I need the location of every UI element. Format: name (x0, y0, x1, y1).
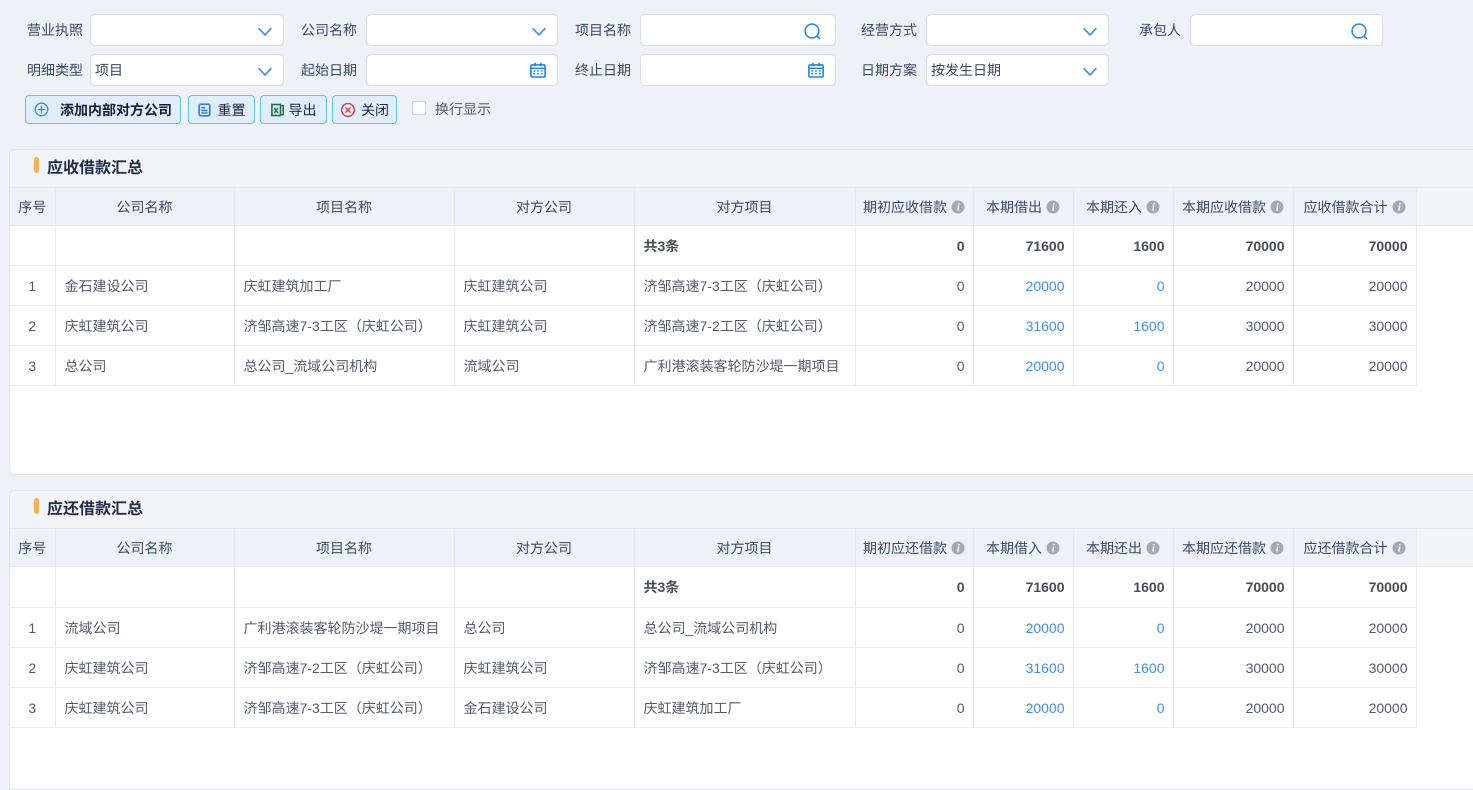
svg-text:i: i (1397, 543, 1400, 554)
svg-text:i: i (957, 543, 960, 554)
svg-text:i: i (1276, 202, 1279, 213)
svg-text:i: i (957, 202, 960, 213)
svg-text:i: i (1152, 543, 1155, 554)
svg-text:i: i (1052, 543, 1055, 554)
svg-text:i: i (1276, 543, 1279, 554)
svg-text:i: i (1052, 202, 1055, 213)
svg-text:i: i (1397, 202, 1400, 213)
svg-text:i: i (1152, 202, 1155, 213)
